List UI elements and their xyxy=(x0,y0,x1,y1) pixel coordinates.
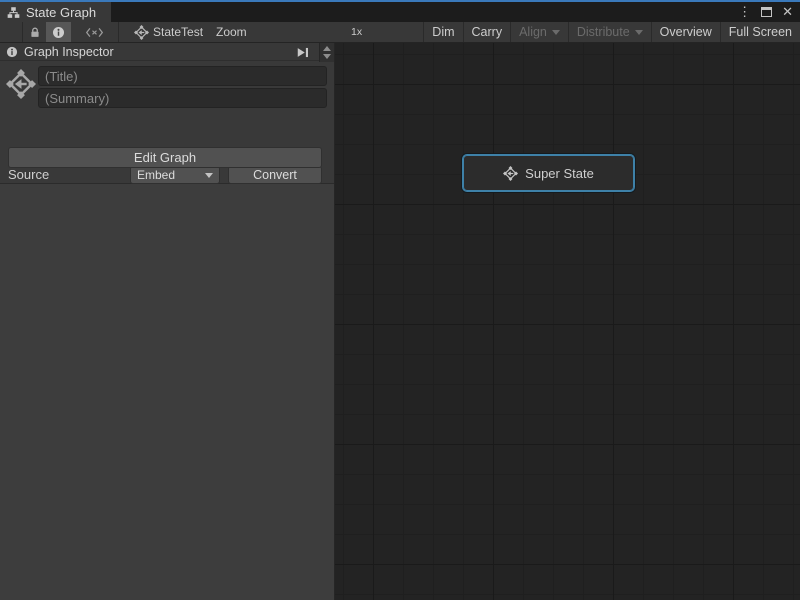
source-label: Source xyxy=(8,166,49,184)
dim-button[interactable]: Dim xyxy=(423,22,462,42)
close-icon[interactable]: ✕ xyxy=(779,2,796,22)
state-graph-icon xyxy=(133,22,150,42)
toolbar-separator xyxy=(118,22,119,42)
window-controls: ⋮ ✕ xyxy=(735,2,796,22)
lock-button[interactable] xyxy=(23,22,46,42)
maximize-icon[interactable] xyxy=(761,7,772,17)
summary-field[interactable] xyxy=(38,88,327,108)
inspector-empty-area xyxy=(0,183,334,600)
full-screen-button[interactable]: Full Screen xyxy=(720,22,800,42)
overview-button[interactable]: Overview xyxy=(651,22,720,42)
align-button[interactable]: Align xyxy=(510,22,568,42)
graph-inspector-panel: Graph Inspector xyxy=(0,43,335,600)
graph-toolbar: StateTest Zoom 1x Dim Carry Align Distri… xyxy=(0,22,800,43)
info-icon xyxy=(52,26,65,39)
node-label: Super State xyxy=(525,166,594,181)
graph-hierarchy-icon xyxy=(7,6,20,19)
chevron-down-icon xyxy=(552,30,560,35)
super-state-node[interactable]: Super State xyxy=(462,154,635,192)
convert-button[interactable]: Convert xyxy=(228,166,322,184)
carry-button[interactable]: Carry xyxy=(463,22,511,42)
dock-panel-button[interactable] xyxy=(292,44,314,60)
source-dropdown[interactable]: Embed xyxy=(130,166,220,184)
dock-right-icon xyxy=(296,47,310,58)
title-field[interactable] xyxy=(38,66,327,86)
dim-label: Dim xyxy=(432,22,454,42)
tab-bar: State Graph ⋮ ✕ xyxy=(0,2,800,22)
state-graph-window: State Graph ⋮ ✕ xyxy=(0,0,800,600)
graph-canvas[interactable]: Super State xyxy=(335,43,800,600)
arrow-up-icon xyxy=(323,46,331,51)
zoom-label: Zoom xyxy=(216,22,247,42)
chevron-down-icon xyxy=(635,30,643,35)
code-view-button[interactable] xyxy=(71,22,118,42)
arrow-down-icon xyxy=(323,54,331,59)
full-screen-label: Full Screen xyxy=(729,22,792,42)
window-menu-icon[interactable]: ⋮ xyxy=(735,2,754,22)
align-label: Align xyxy=(519,22,547,42)
graph-name-label[interactable]: StateTest xyxy=(153,22,203,42)
state-graph-icon-large xyxy=(6,69,36,99)
info-icon xyxy=(6,46,18,58)
code-icon xyxy=(85,27,104,38)
inspector-title: Graph Inspector xyxy=(24,45,114,59)
carry-label: Carry xyxy=(472,22,503,42)
lock-icon xyxy=(29,26,41,39)
convert-label: Convert xyxy=(253,168,297,182)
distribute-button[interactable]: Distribute xyxy=(568,22,651,42)
zoom-value: 1x xyxy=(351,22,362,42)
overview-label: Overview xyxy=(660,22,712,42)
panel-stepper[interactable] xyxy=(319,43,334,62)
tab-state-graph[interactable]: State Graph xyxy=(0,2,111,22)
source-dropdown-value: Embed xyxy=(137,168,175,182)
inspector-header: Graph Inspector xyxy=(0,43,334,61)
chevron-down-icon xyxy=(205,173,213,178)
edit-graph-button[interactable]: Edit Graph xyxy=(8,147,322,168)
toolbar-actions: Dim Carry Align Distribute Overview Full… xyxy=(423,22,800,43)
inspector-toggle-button[interactable] xyxy=(46,22,71,42)
tab-label: State Graph xyxy=(26,5,96,20)
distribute-label: Distribute xyxy=(577,22,630,42)
state-icon xyxy=(503,166,518,181)
edit-graph-label: Edit Graph xyxy=(134,150,196,165)
